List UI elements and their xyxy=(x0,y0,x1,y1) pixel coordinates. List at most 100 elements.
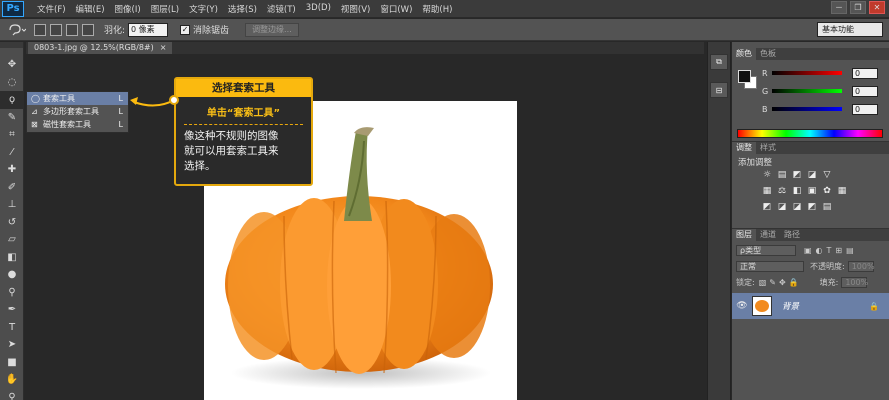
layer-filter-icons[interactable]: ▣◐T⊞▤ xyxy=(804,246,858,255)
layer-name: 背景 xyxy=(782,302,800,312)
menu-edit[interactable]: 编辑(E) xyxy=(71,3,110,15)
workspace-select[interactable]: 基本功能 xyxy=(817,22,883,37)
posterize-icon[interactable]: ◪ xyxy=(777,202,787,212)
gradient-map-icon[interactable]: ▤ xyxy=(822,202,832,212)
brightness-icon[interactable]: ☼ xyxy=(762,170,772,180)
menu-image[interactable]: 图像(I) xyxy=(110,3,146,15)
green-value[interactable]: 0 xyxy=(852,85,878,97)
dodge-tool-icon[interactable]: ⚲ xyxy=(0,284,24,302)
document-tab[interactable]: 0803-1.jpg @ 12.5%(RGB/8#) × xyxy=(28,42,173,54)
color-balance-icon[interactable]: ⚖ xyxy=(777,186,787,196)
visibility-eye-icon[interactable]: 👁 xyxy=(732,301,752,311)
shape-tool-icon[interactable]: ■ xyxy=(0,354,24,372)
eyedropper-tool-icon[interactable]: ⁄ xyxy=(0,144,24,162)
healing-brush-icon[interactable]: ✚ xyxy=(0,161,24,179)
marquee-tool-icon[interactable]: ◌ xyxy=(0,74,24,92)
color-spectrum-bar[interactable] xyxy=(737,129,883,138)
exposure-icon[interactable]: ◪ xyxy=(807,170,817,180)
toolbox: ✥ ◌ ϙ ✎ ⌗ ⁄ ✚ ✐ ⊥ ↺ ▱ ◧ ● ⚲ ✒ T ➤ ■ ✋ ⚲ xyxy=(0,42,24,400)
selective-color-icon[interactable]: ◩ xyxy=(807,202,817,212)
channel-mixer-icon[interactable]: ✿ xyxy=(822,186,832,196)
blue-slider[interactable] xyxy=(772,107,842,111)
new-selection-icon[interactable] xyxy=(34,23,46,36)
flyout-lasso-tool[interactable]: ◯ 套索工具 L xyxy=(27,92,128,105)
menu-help[interactable]: 帮助(H) xyxy=(417,3,457,15)
curves-icon[interactable]: ◩ xyxy=(792,170,802,180)
properties-panel-icon[interactable]: ⊟ xyxy=(710,82,728,98)
crop-tool-icon[interactable]: ⌗ xyxy=(0,126,24,144)
tab-adjustments[interactable]: 调整 xyxy=(732,142,756,154)
levels-icon[interactable]: ▤ xyxy=(777,170,787,180)
opacity-input[interactable]: 100% xyxy=(847,261,875,272)
type-tool-icon[interactable]: T xyxy=(0,319,24,337)
brush-tool-icon[interactable]: ✐ xyxy=(0,179,24,197)
options-bar: 羽化: 0 像素 ✓ 消除锯齿 调整边缘... 基本功能 xyxy=(0,19,889,41)
menu-filter[interactable]: 滤镜(T) xyxy=(262,3,301,15)
green-channel-row: G 0 xyxy=(762,84,886,98)
fill-input[interactable]: 100% xyxy=(841,277,868,288)
tab-channels[interactable]: 通道 xyxy=(756,229,780,241)
refine-edge-button[interactable]: 调整边缘... xyxy=(245,22,299,37)
history-brush-icon[interactable]: ↺ xyxy=(0,214,24,232)
feather-input[interactable]: 0 像素 xyxy=(128,22,169,37)
lasso-tool-icon[interactable]: ϙ xyxy=(0,91,24,109)
path-select-tool-icon[interactable]: ➤ xyxy=(0,336,24,354)
menu-select[interactable]: 选择(S) xyxy=(223,3,262,15)
eraser-tool-icon[interactable]: ▱ xyxy=(0,231,24,249)
menu-window[interactable]: 窗口(W) xyxy=(375,3,417,15)
hand-tool-icon[interactable]: ✋ xyxy=(0,371,24,389)
add-selection-icon[interactable] xyxy=(50,23,62,36)
black-white-icon[interactable]: ◧ xyxy=(792,186,802,196)
move-tool-icon[interactable]: ✥ xyxy=(0,56,24,74)
flyout-polygonal-lasso[interactable]: ⊿ 多边形套索工具 L xyxy=(27,105,128,118)
flyout-lasso-shortcut: L xyxy=(118,94,123,103)
lasso-icon: ◯ xyxy=(31,94,40,103)
green-slider[interactable] xyxy=(772,89,842,93)
window-controls: － ❐ ✕ xyxy=(831,1,885,14)
menu-layer[interactable]: 图层(L) xyxy=(146,3,184,15)
menu-view[interactable]: 视图(V) xyxy=(336,3,375,15)
gradient-tool-icon[interactable]: ◧ xyxy=(0,249,24,267)
invert-icon[interactable]: ◩ xyxy=(762,202,772,212)
hue-saturation-icon[interactable]: ▦ xyxy=(762,186,772,196)
color-lookup-icon[interactable]: ▦ xyxy=(837,186,847,196)
stamp-tool-icon[interactable]: ⊥ xyxy=(0,196,24,214)
minimize-button[interactable]: － xyxy=(831,1,847,14)
callout-anchor-dot xyxy=(169,95,179,105)
tab-styles[interactable]: 样式 xyxy=(756,142,780,154)
blend-mode-select[interactable]: 正常 xyxy=(736,261,804,272)
antialias-checkbox[interactable]: ✓ xyxy=(180,24,191,35)
layer-row-background[interactable]: 👁 背景 🔒 xyxy=(732,293,889,319)
blur-tool-icon[interactable]: ● xyxy=(0,266,24,284)
tab-color[interactable]: 颜色 xyxy=(732,48,756,60)
menu-type[interactable]: 文字(Y) xyxy=(184,3,223,15)
intersect-selection-icon[interactable] xyxy=(82,23,94,36)
foreground-color-swatch[interactable] xyxy=(738,70,751,83)
menu-file[interactable]: 文件(F) xyxy=(32,3,71,15)
subtract-selection-icon[interactable] xyxy=(66,23,78,36)
history-panel-icon[interactable]: ⧉ xyxy=(710,54,728,70)
menu-3d[interactable]: 3D(D) xyxy=(301,3,336,15)
toolbox-grip[interactable] xyxy=(0,42,23,48)
tab-swatches[interactable]: 色板 xyxy=(756,48,780,60)
pen-tool-icon[interactable]: ✒ xyxy=(0,301,24,319)
red-value[interactable]: 0 xyxy=(852,67,878,79)
threshold-icon[interactable]: ◪ xyxy=(792,202,802,212)
close-window-button[interactable]: ✕ xyxy=(869,1,885,14)
lock-label: 锁定: xyxy=(736,278,755,287)
photo-filter-icon[interactable]: ▣ xyxy=(807,186,817,196)
tab-layers[interactable]: 图层 xyxy=(732,229,756,241)
restore-button[interactable]: ❐ xyxy=(850,1,866,14)
tab-paths[interactable]: 路径 xyxy=(780,229,804,241)
adjustments-tabs: 调整 样式 xyxy=(732,142,889,154)
layer-kind-select[interactable]: ρ类型 xyxy=(736,245,796,256)
blue-value[interactable]: 0 xyxy=(852,103,878,115)
lasso-preset-icon[interactable] xyxy=(4,21,30,39)
red-slider[interactable] xyxy=(772,71,842,75)
zoom-tool-icon[interactable]: ⚲ xyxy=(0,389,24,400)
vibrance-icon[interactable]: ▽ xyxy=(822,170,832,180)
flyout-magnetic-lasso[interactable]: ⊠ 磁性套索工具 L xyxy=(27,118,128,131)
quick-select-tool-icon[interactable]: ✎ xyxy=(0,109,24,127)
close-tab-icon[interactable]: × xyxy=(160,42,167,54)
lock-icons[interactable]: ▧✎✥🔒 xyxy=(759,278,802,287)
